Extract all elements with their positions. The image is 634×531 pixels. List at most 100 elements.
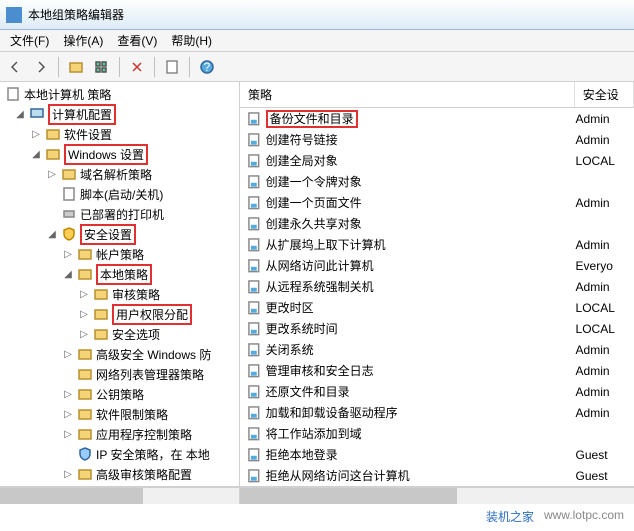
menu-help[interactable]: 帮助(H) [165, 30, 218, 51]
tree-advaudit[interactable]: ▷高级审核策略配置 [0, 464, 239, 484]
collapse-icon[interactable]: ◢ [46, 229, 58, 240]
list-item[interactable]: 管理审核和安全日志Admin [240, 360, 634, 381]
tree-root[interactable]: 本地计算机 策略 [0, 84, 239, 104]
scrollbars [0, 487, 634, 504]
list-item[interactable]: 创建一个令牌对象 [240, 171, 634, 192]
policy-item-icon [246, 405, 262, 421]
expand-icon[interactable]: ▷ [46, 169, 58, 180]
policy-item-icon [246, 216, 262, 232]
list-item[interactable]: 备份文件和目录Admin [240, 108, 634, 129]
list-hscroll[interactable] [240, 487, 634, 504]
list-item[interactable]: 创建符号链接Admin [240, 129, 634, 150]
collapse-icon[interactable]: ◢ [62, 269, 74, 280]
expand-icon[interactable]: ▷ [78, 289, 90, 300]
tree-audit[interactable]: ▷审核策略 [0, 284, 239, 304]
policy-name: 从网络访问此计算机 [266, 257, 576, 274]
folder-icon [77, 246, 93, 262]
tree-appcontrol[interactable]: ▷应用程序控制策略 [0, 424, 239, 444]
expand-icon[interactable]: ▷ [62, 389, 74, 400]
tree-security-opts[interactable]: ▷安全选项 [0, 324, 239, 344]
policy-item-icon [246, 426, 262, 442]
list-item[interactable]: 关闭系统Admin [240, 339, 634, 360]
tree-printers[interactable]: 已部署的打印机 [0, 204, 239, 224]
policy-security: Admin [576, 343, 634, 357]
collapse-icon[interactable]: ◢ [14, 109, 26, 120]
policy-security: Admin [576, 406, 634, 420]
tree-pubkey[interactable]: ▷公钥策略 [0, 384, 239, 404]
tree-user-rights[interactable]: ▷用户权限分配 [0, 304, 239, 324]
properties-button[interactable] [161, 56, 183, 78]
help-button[interactable]: ? [196, 56, 218, 78]
tree-local-policy[interactable]: ◢本地策略 [0, 264, 239, 284]
list-pane[interactable]: 策略 安全设 备份文件和目录Admin创建符号链接Admin创建全局对象LOCA… [240, 82, 634, 486]
col-security[interactable]: 安全设 [575, 82, 634, 107]
expand-icon[interactable]: ▷ [62, 409, 74, 420]
list-item[interactable]: 从远程系统强制关机Admin [240, 276, 634, 297]
expand-icon[interactable]: ▷ [30, 129, 42, 140]
expand-icon[interactable]: ▷ [62, 349, 74, 360]
list-item[interactable]: 拒绝从网络访问这台计算机Guest [240, 465, 634, 486]
tree-dns[interactable]: ▷域名解析策略 [0, 164, 239, 184]
expand-icon[interactable]: ▷ [62, 249, 74, 260]
tree-netlist[interactable]: 网络列表管理器策略 [0, 364, 239, 384]
tree-security[interactable]: ◢安全设置 [0, 224, 239, 244]
tree-account[interactable]: ▷帐户策略 [0, 244, 239, 264]
list-item[interactable]: 更改系统时间LOCAL [240, 318, 634, 339]
tree-scripts[interactable]: 脚本(启动/关机) [0, 184, 239, 204]
col-policy[interactable]: 策略 [240, 82, 575, 107]
tree-windows-settings[interactable]: ◢Windows 设置 [0, 144, 239, 164]
expand-icon[interactable]: ▷ [62, 429, 74, 440]
policy-name: 拒绝从网络访问这台计算机 [266, 467, 576, 484]
list-item[interactable]: 将工作站添加到域 [240, 423, 634, 444]
policy-name: 更改系统时间 [266, 320, 576, 337]
collapse-icon[interactable]: ◢ [30, 149, 42, 160]
expand-icon[interactable]: ▷ [78, 309, 90, 320]
expand-icon[interactable]: ▷ [62, 469, 74, 480]
policy-security: Admin [576, 133, 634, 147]
titlebar: 本地组策略编辑器 [0, 0, 634, 30]
list-item[interactable]: 创建永久共享对象 [240, 213, 634, 234]
up-button[interactable] [65, 56, 87, 78]
menu-file[interactable]: 文件(F) [4, 30, 55, 51]
folder-icon [61, 166, 77, 182]
tree-computer-config[interactable]: ◢计算机配置 [0, 104, 239, 124]
svg-text:?: ? [204, 60, 211, 74]
tree-pane[interactable]: 本地计算机 策略 ◢计算机配置 ▷软件设置 ◢Windows 设置 ▷域名解析策… [0, 82, 240, 486]
forward-button[interactable] [30, 56, 52, 78]
back-button[interactable] [4, 56, 26, 78]
folder-icon [93, 306, 109, 322]
delete-button[interactable] [126, 56, 148, 78]
folder-icon [77, 426, 93, 442]
main-area: 本地计算机 策略 ◢计算机配置 ▷软件设置 ◢Windows 设置 ▷域名解析策… [0, 82, 634, 487]
watermark: 装机之家 www.lotpc.com [486, 508, 624, 525]
policy-security: Admin [576, 280, 634, 294]
separator [189, 57, 190, 77]
list-item[interactable]: 加载和卸载设备驱动程序Admin [240, 402, 634, 423]
tree-ipsec[interactable]: IP 安全策略，在 本地 [0, 444, 239, 464]
list-item[interactable]: 创建一个页面文件Admin [240, 192, 634, 213]
folder-icon [77, 386, 93, 402]
shield-icon [77, 446, 93, 462]
expand-icon[interactable]: ▷ [78, 329, 90, 340]
list-item[interactable]: 更改时区LOCAL [240, 297, 634, 318]
policy-item-icon [246, 174, 262, 190]
list-item[interactable]: 拒绝本地登录Guest [240, 444, 634, 465]
tree-software[interactable]: ▷软件设置 [0, 124, 239, 144]
app-icon [6, 7, 22, 23]
list-icon-button[interactable] [91, 56, 113, 78]
list-item[interactable]: 从网络访问此计算机Everyo [240, 255, 634, 276]
tree-adv-firewall[interactable]: ▷高级安全 Windows 防 [0, 344, 239, 364]
list-header: 策略 安全设 [240, 82, 634, 108]
policy-item-icon [246, 321, 262, 337]
policy-security: LOCAL [576, 322, 634, 336]
menu-view[interactable]: 查看(V) [111, 30, 163, 51]
policy-security: Guest [576, 448, 634, 462]
tree-hscroll[interactable] [0, 487, 240, 504]
list-item[interactable]: 创建全局对象LOCAL [240, 150, 634, 171]
folder-icon [77, 346, 93, 362]
menu-action[interactable]: 操作(A) [57, 30, 109, 51]
tree-softrestrict[interactable]: ▷软件限制策略 [0, 404, 239, 424]
list-item[interactable]: 还原文件和目录Admin [240, 381, 634, 402]
list-item[interactable]: 从扩展坞上取下计算机Admin [240, 234, 634, 255]
policy-item-icon [246, 237, 262, 253]
